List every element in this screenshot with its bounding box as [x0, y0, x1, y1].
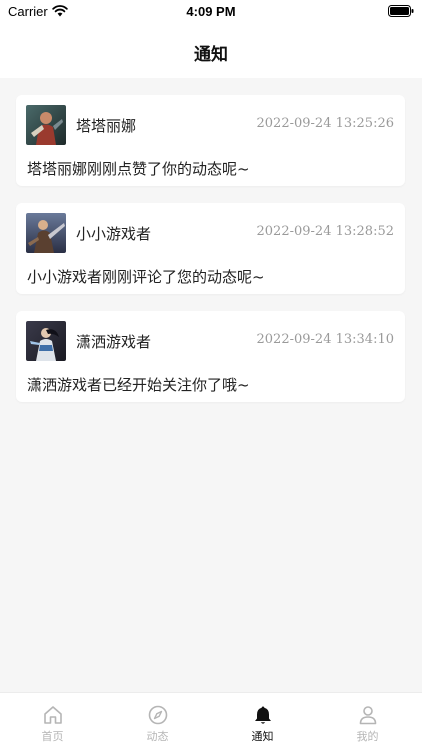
navigation-bar: 通知 [0, 24, 422, 78]
game-character-avatar-icon [26, 105, 66, 145]
tab-label: 通知 [251, 730, 274, 743]
tab-label: 我的 [356, 730, 379, 743]
notification-card[interactable]: 潇洒游戏者 2022-09-24 13:34:10 潇洒游戏者已经开始关注你了哦… [16, 311, 405, 402]
timestamp: 2022-09-24 13:34:10 [256, 332, 394, 347]
notification-message: 潇洒游戏者已经开始关注你了哦~ [27, 376, 250, 394]
page-title: 通知 [194, 45, 228, 65]
tab-label: 动态 [146, 730, 169, 743]
notification-list: 塔塔丽娜 2022-09-24 13:25:26 塔塔丽娜刚刚点赞了你的动态呢~… [16, 95, 405, 419]
sender-name: 小小游戏者 [76, 225, 152, 243]
home-icon [43, 706, 62, 724]
sender-name: 潇洒游戏者 [76, 333, 152, 351]
tab-profile[interactable]: 我的 [315, 693, 420, 750]
battery-icon [388, 5, 414, 17]
person-icon [359, 706, 376, 725]
bell-icon [254, 706, 271, 724]
clock-time: 4:09 PM [186, 4, 236, 19]
avatar[interactable] [26, 105, 66, 145]
avatar[interactable] [26, 321, 66, 361]
tab-label: 首页 [41, 730, 64, 743]
tab-bar: 首页 动态 通知 我的 [0, 692, 422, 750]
compass-icon [148, 705, 167, 725]
tab-home[interactable]: 首页 [0, 693, 105, 750]
status-bar: Carrier 4:09 PM [0, 0, 422, 24]
notification-message: 小小游戏者刚刚评论了您的动态呢~ [27, 268, 265, 286]
tab-notifications[interactable]: 通知 [210, 693, 315, 750]
notification-card[interactable]: 塔塔丽娜 2022-09-24 13:25:26 塔塔丽娜刚刚点赞了你的动态呢~ [16, 95, 405, 186]
notification-message: 塔塔丽娜刚刚点赞了你的动态呢~ [27, 160, 250, 178]
game-character-avatar-icon [26, 213, 66, 253]
notification-card[interactable]: 小小游戏者 2022-09-24 13:28:52 小小游戏者刚刚评论了您的动态… [16, 203, 405, 294]
sender-name: 塔塔丽娜 [76, 117, 137, 135]
timestamp: 2022-09-24 13:25:26 [256, 116, 394, 131]
game-character-avatar-icon [26, 321, 66, 361]
tab-moments[interactable]: 动态 [105, 693, 210, 750]
timestamp: 2022-09-24 13:28:52 [256, 224, 394, 239]
avatar[interactable] [26, 213, 66, 253]
